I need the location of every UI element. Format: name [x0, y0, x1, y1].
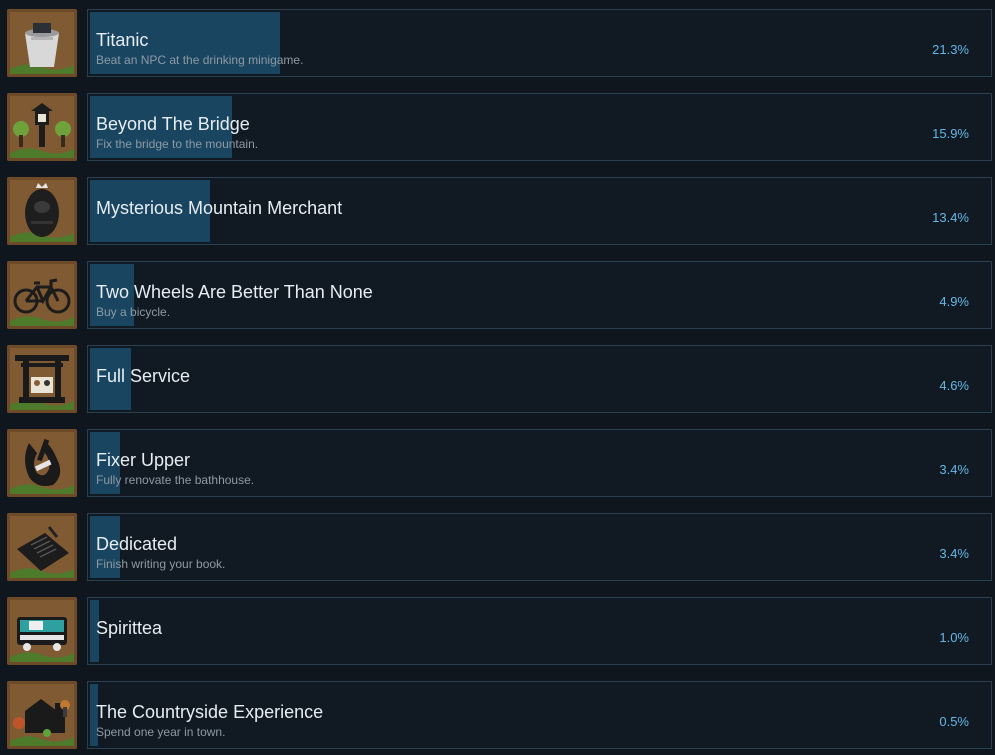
achievement-percent: 21.3% [932, 42, 969, 57]
achievement-title: The Countryside Experience [96, 702, 324, 722]
book-icon [7, 513, 77, 581]
lantern-trees-icon [7, 93, 77, 161]
achievement-description: Fully renovate the bathhouse. [96, 473, 255, 487]
achievement-list: Titanic Beat an NPC at the drinking mini… [0, 0, 995, 755]
achievement-description: Finish writing your book. [96, 557, 226, 571]
achievement-percent: 13.4% [932, 210, 969, 225]
achievement-panel: Dedicated Finish writing your book. 3.4% [87, 513, 992, 581]
achievement-percent: 1.0% [939, 630, 969, 645]
achievement-panel: Two Wheels Are Better Than None Buy a bi… [87, 261, 992, 329]
achievement-title: Two Wheels Are Better Than None [96, 282, 373, 302]
achievement-row[interactable]: Fixer Upper Fully renovate the bathhouse… [0, 428, 995, 498]
achievement-row[interactable]: Spirittea 1.0% [0, 596, 995, 666]
achievement-percent: 0.5% [939, 714, 969, 729]
achievement-title: Fixer Upper [96, 450, 191, 470]
achievement-panel: Fixer Upper Fully renovate the bathhouse… [87, 429, 992, 497]
achievement-panel: Beyond The Bridge Fix the bridge to the … [87, 93, 992, 161]
achievement-description: Spend one year in town. [96, 725, 226, 739]
achievement-title: Mysterious Mountain Merchant [96, 198, 343, 218]
achievement-percent: 3.4% [939, 546, 969, 561]
achievement-row[interactable]: Full Service 4.6% [0, 344, 995, 414]
achievement-row[interactable]: Dedicated Finish writing your book. 3.4% [0, 512, 995, 582]
achievement-panel: Titanic Beat an NPC at the drinking mini… [87, 9, 992, 77]
achievement-percent: 3.4% [939, 462, 969, 477]
achievement-row[interactable]: Beyond The Bridge Fix the bridge to the … [0, 92, 995, 162]
achievement-panel: Mysterious Mountain Merchant 13.4% [87, 177, 992, 245]
achievement-description: Fix the bridge to the mountain. [96, 137, 259, 151]
torii-shrine-icon [7, 345, 77, 413]
achievement-title: Beyond The Bridge [96, 114, 250, 134]
achievement-description: Buy a bicycle. [96, 305, 171, 319]
achievement-percent: 4.6% [939, 378, 969, 393]
achievement-title: Full Service [96, 366, 191, 386]
achievement-percent: 15.9% [932, 126, 969, 141]
achievement-row[interactable]: Two Wheels Are Better Than None Buy a bi… [0, 260, 995, 330]
achievement-title: Dedicated [96, 534, 178, 554]
achievement-row[interactable]: Titanic Beat an NPC at the drinking mini… [0, 8, 995, 78]
achievement-title: Spirittea [96, 618, 163, 638]
merchant-mask-icon [7, 177, 77, 245]
hammer-wrench-icon [7, 429, 77, 497]
achievement-panel: The Countryside Experience Spend one yea… [87, 681, 992, 749]
bucket-icon [7, 9, 77, 77]
achievement-percent: 4.9% [939, 294, 969, 309]
bus-icon [7, 597, 77, 665]
achievement-row[interactable]: Mysterious Mountain Merchant 13.4% [0, 176, 995, 246]
achievement-panel: Spirittea 1.0% [87, 597, 992, 665]
house-autumn-icon [7, 681, 77, 749]
achievement-title: Titanic [96, 30, 149, 50]
achievement-description: Beat an NPC at the drinking minigame. [96, 53, 304, 67]
achievement-row[interactable]: The Countryside Experience Spend one yea… [0, 680, 995, 750]
bicycle-icon [7, 261, 77, 329]
achievement-panel: Full Service 4.6% [87, 345, 992, 413]
